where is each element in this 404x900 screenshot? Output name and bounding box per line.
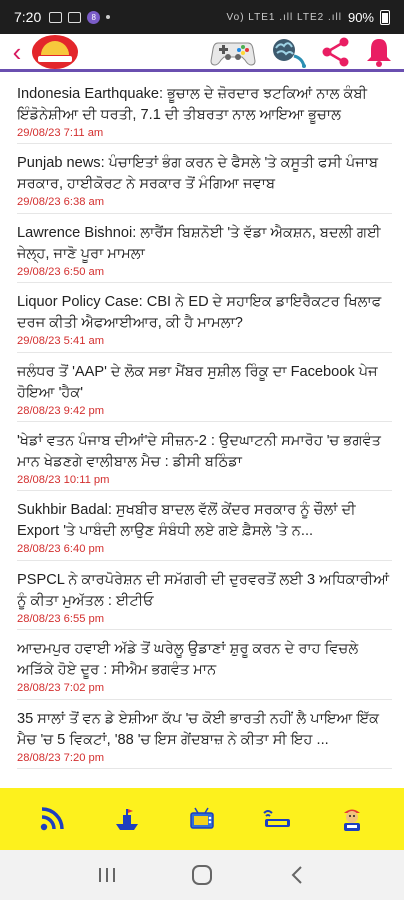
list-item[interactable]: PSPCL ਨੇ ਕਾਰਪੋਰੇਸ਼ਨ ਦੀ ਸਮੱਗਰੀ ਦੀ ਦੁਰਵਰਤੋ… [17,561,392,631]
news-title: Lawrence Bishnoi: ਲਾਰੈਂਸ ਬਿਸ਼ਨੋਈ 'ਤੇ ਵੱਡ… [17,224,381,262]
news-title: ਆਦਮਪੁਰ ਹਵਾਈ ਅੱਡੇ ਤੋਂ ਘਰੇਲੂ ਉਡਾਣਾਂ ਸ਼ੁਰੂ … [17,641,359,679]
back-icon[interactable] [282,860,312,890]
news-date: 28/08/23 7:02 pm [17,682,105,695]
home-icon[interactable] [187,860,217,890]
image-notification-icon [68,11,82,23]
bottom-tab-bar [0,788,404,850]
app-header: ‹ [0,34,404,72]
list-item[interactable]: Liquor Policy Case: CBI ਨੇ ED ਦੇ ਸਹਾਇਕ ਡ… [17,283,392,353]
news-date: 28/08/23 6:40 pm [17,543,105,556]
news-date: 28/08/23 6:55 pm [17,612,105,625]
brain-icon[interactable] [268,36,308,68]
gallery-notification-icon [49,11,63,23]
news-date: 28/08/23 10:11 pm [17,473,110,486]
list-item[interactable]: Indonesia Earthquake: ਭੂਚਾਲ ਦੇ ਜ਼ੋਰਦਾਰ ਝ… [17,75,392,145]
gamepad-icon[interactable] [210,37,256,67]
battery-icon [380,9,390,25]
list-item[interactable]: Sukhbir Badal: ਸੁਖਬੀਰ ਬਾਦਲ ਵੱਲੋਂ ਕੇਂਦਰ ਸ… [17,491,392,561]
network-indicator: Vo) LTE1 .ıll LTE2 .ıll [226,11,342,23]
battery-percent: 90% [347,9,374,25]
news-feed: Indonesia Earthquake: ਭੂਚਾਲ ਦੇ ਜ਼ੋਰਦਾਰ ਝ… [0,75,404,788]
live-news-icon[interactable] [257,799,297,839]
news-title: Liquor Policy Case: CBI ਨੇ ED ਦੇ ਸਹਾਇਕ ਡ… [17,294,382,332]
list-item[interactable]: ਆਦਮਪੁਰ ਹਵਾਈ ਅੱਡੇ ਤੋਂ ਘਰੇਲੂ ਉਡਾਣਾਂ ਸ਼ੁਰੂ … [17,630,392,700]
news-date: 28/08/23 9:42 pm [17,404,105,417]
news-date: 29/08/23 6:38 am [17,196,105,209]
news-title: Sukhbir Badal: ਸੁਖਬੀਰ ਬਾਦਲ ਵੱਲੋਂ ਕੇਂਦਰ ਸ… [17,502,356,540]
list-item[interactable]: Lawrence Bishnoi: ਲਾਰੈਂਸ ਬਿਸ਼ਨੋਈ 'ਤੇ ਵੱਡ… [17,214,392,284]
list-item[interactable]: 'ਖੇਡਾਂ ਵਤਨ ਪੰਜਾਬ ਦੀਆਂ'ਦੇ ਸੀਜ਼ਨ-2 : ਉਦਘਾਟ… [17,422,392,492]
bell-icon[interactable] [364,36,394,68]
share-icon[interactable] [320,36,352,68]
news-ship-icon[interactable] [107,799,147,839]
news-title: ਜਲੰਧਰ ਤੋਂ 'AAP' ਦੇ ਲੋਕ ਸਭਾ ਮੈਂਬਰ ਸੁਸ਼ੀਲ … [17,363,378,401]
news-date: 29/08/23 6:50 am [17,265,105,278]
mascot-icon[interactable] [332,799,372,839]
news-title: Indonesia Earthquake: ਭੂਚਾਲ ਦੇ ਜ਼ੋਰਦਾਰ ਝ… [17,86,368,123]
app-notification-icon: 8 [87,10,101,24]
news-title: PSPCL ਨੇ ਕਾਰਪੋਰੇਸ਼ਨ ਦੀ ਸਮੱਗਰੀ ਦੀ ਦੁਰਵਰਤੋ… [17,571,390,609]
rss-feed-icon[interactable] [32,799,72,839]
news-date: 29/08/23 7:11 am [17,127,104,139]
news-date: 29/08/23 5:41 am [17,335,105,348]
news-title: 'ਖੇਡਾਂ ਵਤਨ ਪੰਜਾਬ ਦੀਆਂ'ਦੇ ਸੀਜ਼ਨ-2 : ਉਦਘਾਟ… [17,432,381,470]
recents-icon[interactable] [92,860,122,890]
more-notifications-icon [106,15,111,19]
list-item[interactable]: ਜਲੰਧਰ ਤੋਂ 'AAP' ਦੇ ਲੋਕ ਸਭਾ ਮੈਂਬਰ ਸੁਸ਼ੀਲ … [17,353,392,422]
status-bar: 7:20 8 Vo) LTE1 .ıll LTE2 .ıll 90% [0,0,404,34]
list-item[interactable]: Punjab news: ਪੰਚਾਇਤਾਂ ਭੰਗ ਕਰਨ ਦੇ ਫੈਸਲੇ '… [17,144,392,214]
tv-icon[interactable] [182,799,222,839]
news-date: 28/08/23 7:20 pm [17,751,105,764]
status-time: 7:20 [14,9,42,25]
app-logo [32,34,78,69]
chevron-left-icon[interactable]: ‹ [4,33,30,71]
news-title: 35 ਸਾਲਾਂ ਤੋਂ ਵਨ ਡੇ ਏਸ਼ੀਆ ਕੱਪ 'ਚ ਕੋਈ ਭਾਰਤ… [17,710,380,748]
news-title: Punjab news: ਪੰਚਾਇਤਾਂ ਭੰਗ ਕਰਨ ਦੇ ਫੈਸਲੇ '… [17,155,379,193]
system-navigation-bar [0,850,404,900]
list-item[interactable]: 35 ਸਾਲਾਂ ਤੋਂ ਵਨ ਡੇ ਏਸ਼ੀਆ ਕੱਪ 'ਚ ਕੋਈ ਭਾਰਤ… [17,700,392,769]
